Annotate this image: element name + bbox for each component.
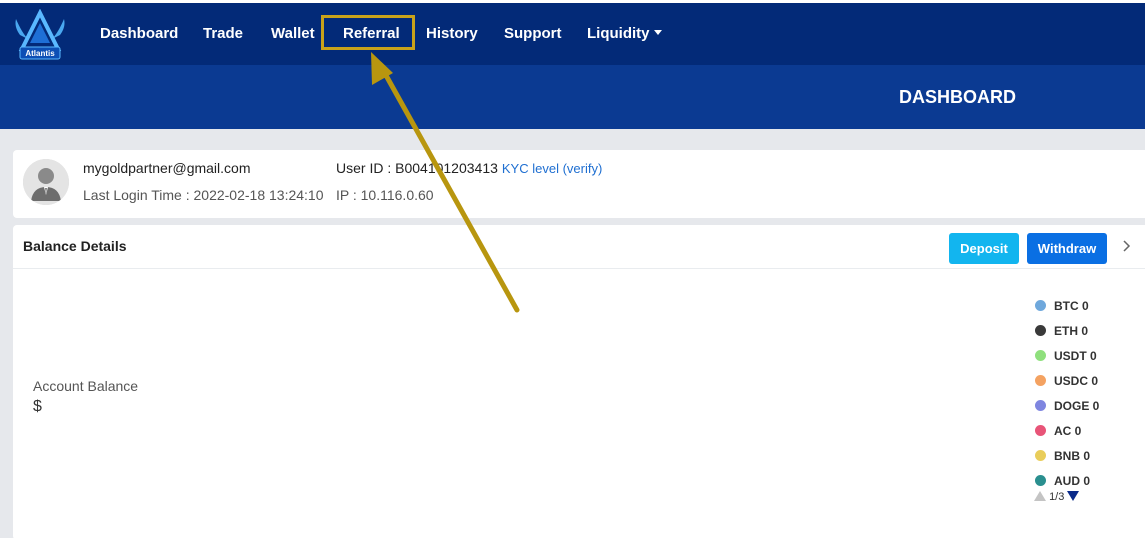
atlantis-logo[interactable]: Atlantis	[10, 8, 70, 61]
page-banner: DASHBOARD	[0, 65, 1145, 129]
currency-legend: BTC 0 ETH 0 USDT 0 USDC 0 DOGE 0 AC 0 BNB 0 AUD…	[1035, 297, 1135, 487]
deposit-button[interactable]: Deposit	[949, 233, 1019, 264]
nav-trade[interactable]: Trade	[203, 3, 243, 65]
legend-item[interactable]: USDC 0	[1035, 372, 1135, 397]
legend-item[interactable]: AC 0	[1035, 422, 1135, 447]
legend-dot-icon	[1035, 400, 1046, 411]
legend-label: BTC 0	[1054, 299, 1089, 313]
legend-label: AUD 0	[1054, 474, 1091, 487]
profile-card: mygoldpartner@gmail.com Last Login Time …	[13, 150, 1145, 218]
nav-wallet[interactable]: Wallet	[271, 3, 315, 65]
legend-dot-icon	[1035, 300, 1046, 311]
chevron-right-icon[interactable]	[1118, 238, 1134, 254]
ip-address: IP : 10.116.0.60	[336, 187, 434, 203]
legend-item[interactable]: BTC 0	[1035, 297, 1135, 322]
balance-title: Balance Details	[23, 238, 127, 254]
user-id: User ID : B004101203413 KYC level (verify…	[336, 160, 602, 176]
legend-item[interactable]: USDT 0	[1035, 347, 1135, 372]
legend-dot-icon	[1035, 475, 1046, 486]
legend-dot-icon	[1035, 325, 1046, 336]
legend-dot-icon	[1035, 425, 1046, 436]
legend-dot-icon	[1035, 450, 1046, 461]
pager-down-icon[interactable]	[1067, 491, 1080, 501]
caret-down-icon	[653, 30, 662, 35]
nav-liquidity-label: Liquidity	[587, 25, 650, 42]
balance-card: Balance Details Deposit Withdraw Account…	[13, 225, 1145, 538]
withdraw-button[interactable]: Withdraw	[1027, 233, 1107, 264]
page-title: DASHBOARD	[899, 87, 1016, 107]
user-id-text: User ID : B004101203413	[336, 160, 498, 176]
legend-dot-icon	[1035, 375, 1046, 386]
user-email: mygoldpartner@gmail.com	[83, 160, 251, 176]
kyc-verify-link[interactable]: KYC level (verify)	[502, 161, 602, 176]
pager-text: 1/3	[1049, 491, 1065, 503]
legend-label: ETH 0	[1054, 324, 1089, 338]
legend-pager: 1/3	[1034, 491, 1080, 503]
legend-label: DOGE 0	[1054, 399, 1100, 413]
legend-label: USDC 0	[1054, 374, 1099, 388]
nav-liquidity[interactable]: Liquidity	[587, 3, 662, 65]
legend-item[interactable]: DOGE 0	[1035, 397, 1135, 422]
avatar	[23, 159, 69, 205]
legend-item[interactable]: BNB 0	[1035, 447, 1135, 472]
account-balance-label: Account Balance	[33, 378, 139, 394]
last-login-time: Last Login Time : 2022-02-18 13:24:10	[83, 187, 324, 203]
legend-item[interactable]: AUD 0	[1035, 472, 1135, 487]
balance-header: Balance Details Deposit Withdraw	[13, 225, 1145, 269]
logo-text: Atlantis	[25, 49, 55, 58]
nav-support[interactable]: Support	[504, 3, 562, 65]
referral-highlight-box	[321, 15, 415, 50]
nav-history[interactable]: History	[426, 3, 478, 65]
account-balance-value: $	[33, 398, 42, 415]
legend-label: USDT 0	[1054, 349, 1097, 363]
legend-dot-icon	[1035, 350, 1046, 361]
legend-label: AC 0	[1054, 424, 1082, 438]
top-navbar: Atlantis Dashboard Trade Wallet Referral…	[0, 3, 1145, 65]
legend-label: BNB 0	[1054, 449, 1091, 463]
pager-up-icon[interactable]	[1034, 491, 1046, 501]
legend-item[interactable]: ETH 0	[1035, 322, 1135, 347]
nav-dashboard[interactable]: Dashboard	[100, 3, 178, 65]
